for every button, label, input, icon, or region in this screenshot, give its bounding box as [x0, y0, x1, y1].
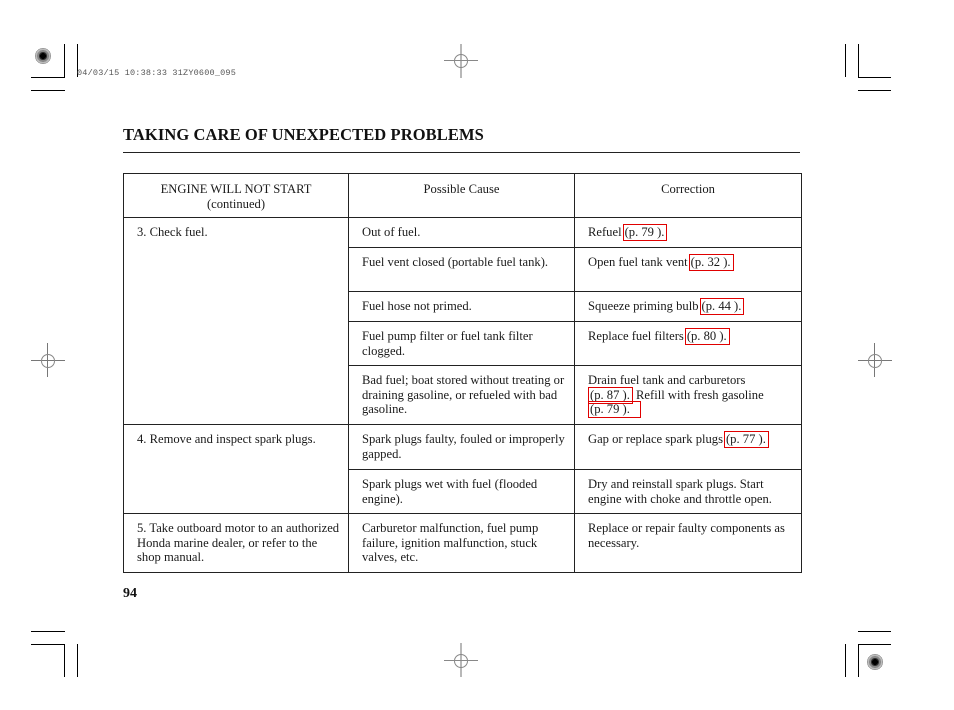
page-number: 94: [123, 586, 137, 601]
crosshair-circle-icon: [41, 354, 55, 368]
correction-cell: Squeeze priming bulb (p. 44 ).: [574, 291, 802, 322]
crop-mark: [31, 90, 65, 91]
crop-mark: [858, 44, 859, 78]
page-reference-link[interactable]: (p. 80 ).: [684, 328, 730, 345]
table-row: 5. Take outboard motor to an authorized …: [123, 513, 802, 573]
cause-cell: Out of fuel.: [348, 217, 575, 248]
cause-cell: Spark plugs wet with fuel (flooded engin…: [348, 469, 575, 514]
step-cell: 3. Check fuel.: [123, 217, 349, 425]
step-label: Take outboard motor to an authorized Hon…: [137, 521, 340, 565]
correction-text-continued: Refill with fresh gasoline: [636, 387, 764, 402]
page-reference-link[interactable]: (p. 77 ).: [723, 431, 769, 448]
registration-target-icon: [35, 48, 51, 64]
cause-cell: Spark plugs faulty, fouled or improperly…: [348, 424, 575, 470]
table-header-row: ENGINE WILL NOT START (continued) Possib…: [123, 173, 802, 218]
correction-cell: Refuel (p. 79 ).: [574, 217, 802, 248]
section-title: TAKING CARE OF UNEXPECTED PROBLEMS: [123, 125, 484, 144]
correction-text: Squeeze priming bulb: [588, 299, 699, 313]
header-correction: Correction: [574, 173, 802, 218]
step-number: 5.: [137, 521, 147, 535]
correction-text: Drain fuel tank and carburetors: [588, 373, 746, 387]
step-cell: 4. Remove and inspect spark plugs.: [123, 424, 349, 514]
page-reference-link[interactable]: (p. 79 ).: [588, 401, 641, 419]
crop-mark: [858, 631, 891, 632]
crosshair-circle-icon: [454, 54, 468, 68]
correction-cell: Dry and reinstall spark plugs. Start eng…: [574, 469, 802, 514]
correction-text: Gap or replace spark plugs: [588, 432, 723, 446]
correction-cell: Replace fuel filters (p. 80 ).: [574, 321, 802, 366]
title-divider: [123, 152, 800, 153]
correction-cell: Open fuel tank vent (p. 32 ).: [574, 247, 802, 292]
step-label: 4. Remove and inspect spark plugs.: [137, 432, 316, 446]
crop-mark: [858, 644, 859, 677]
troubleshooting-table: ENGINE WILL NOT START (continued) Possib…: [123, 173, 802, 573]
crop-mark: [858, 77, 891, 78]
crop-mark: [31, 644, 65, 645]
step-label: 3. Check fuel.: [137, 225, 208, 239]
crop-mark: [858, 644, 891, 645]
print-stamp: 04/03/15 10:38:33 31ZY0600_095: [77, 68, 237, 78]
table-row: 4. Remove and inspect spark plugs. Spark…: [123, 424, 802, 514]
crosshair-circle-icon: [454, 654, 468, 668]
correction-cell: Drain fuel tank and carburetors (p. 87 ).…: [574, 365, 802, 425]
correction-text: Open fuel tank vent: [588, 255, 688, 269]
crop-mark: [64, 644, 65, 677]
correction-cell: Gap or replace spark plugs (p. 77 ).: [574, 424, 802, 470]
crosshair-circle-icon: [868, 354, 882, 368]
header-problem-line2: (continued): [206, 196, 266, 211]
correction-text: Replace fuel filters: [588, 329, 684, 343]
page-reference-link[interactable]: (p. 44 ).: [699, 298, 745, 315]
crop-mark: [31, 77, 65, 78]
page-reference-link[interactable]: (p. 79 ).: [622, 224, 668, 241]
crop-mark: [845, 44, 846, 77]
correction-cell: Replace or repair faulty components as n…: [574, 513, 802, 573]
cause-cell: Fuel pump filter or fuel tank filter clo…: [348, 321, 575, 366]
cause-cell: Carburetor malfunction, fuel pump failur…: [348, 513, 575, 573]
registration-target-icon: [867, 654, 883, 670]
cause-cell: Fuel vent closed (portable fuel tank).: [348, 247, 575, 292]
header-problem: ENGINE WILL NOT START (continued): [123, 173, 349, 218]
crop-mark: [845, 644, 846, 677]
header-problem-line1: ENGINE WILL NOT START: [160, 182, 312, 196]
page-reference-link[interactable]: (p. 32 ).: [688, 254, 734, 271]
table-row: 3. Check fuel. Out of fuel. Refuel (p. 79…: [123, 217, 802, 425]
cause-cell: Fuel hose not primed.: [348, 291, 575, 322]
crop-mark: [77, 644, 78, 677]
correction-text: Refuel: [588, 225, 622, 239]
crop-mark: [31, 631, 65, 632]
crop-mark: [64, 44, 65, 78]
cause-cell: Bad fuel; boat stored without treating o…: [348, 365, 575, 425]
step-cell: 5. Take outboard motor to an authorized …: [123, 513, 349, 573]
crop-mark: [858, 90, 891, 91]
header-possible-cause: Possible Cause: [348, 173, 575, 218]
